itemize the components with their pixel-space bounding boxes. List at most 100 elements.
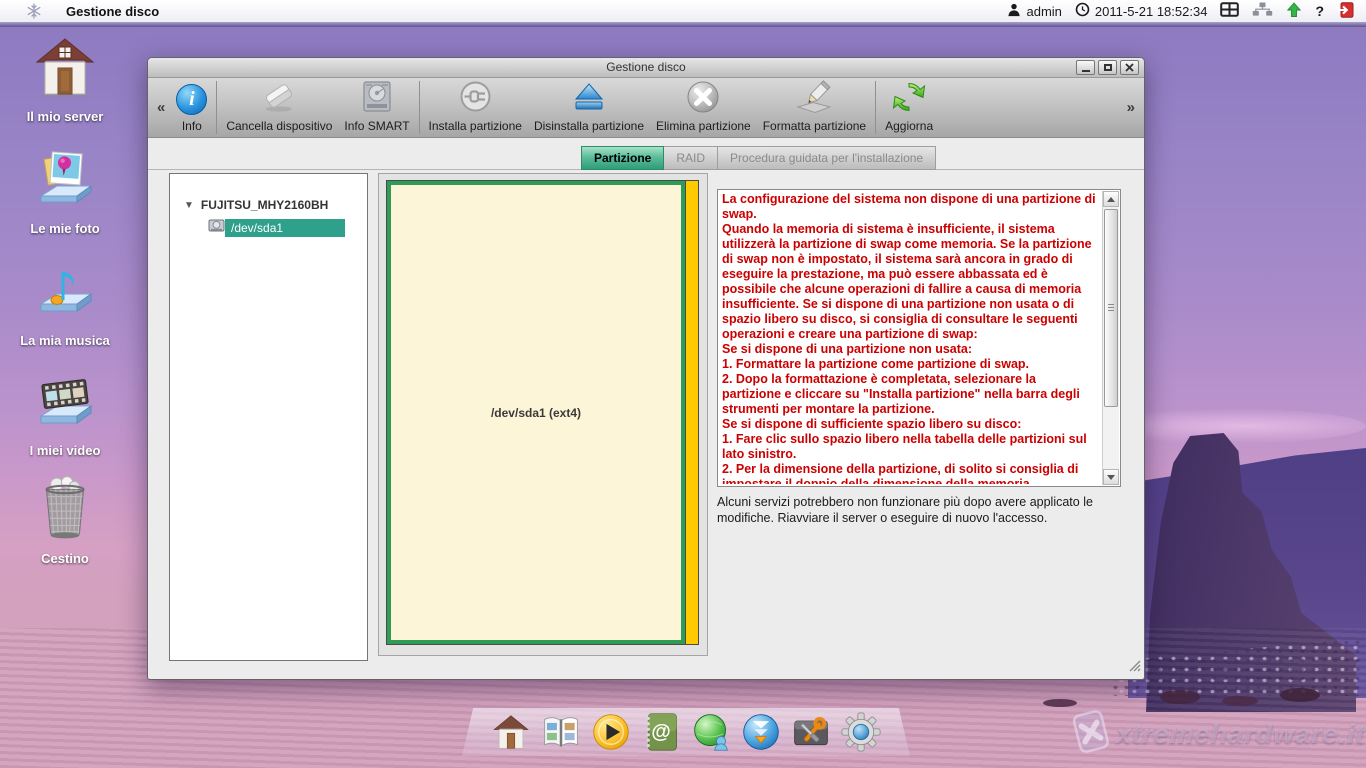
toolbar-button-erase-device[interactable]: Cancella dispositivo (220, 78, 338, 137)
dock-photo-album-icon[interactable] (540, 711, 582, 753)
advisory-line: 2. Per la dimensione della partizione, d… (722, 462, 1096, 484)
toolbar-button-mount-partition[interactable]: Installa partizione (423, 78, 528, 137)
advisory-line: 1. Fare clic sullo spazio libero nella t… (722, 432, 1096, 462)
dock-home-icon[interactable] (490, 711, 532, 753)
tree-device-row[interactable]: ▼ FUJITSU_MHY2160BH (184, 198, 367, 212)
advisory-line: Quando la memoria di sistema è insuffici… (722, 222, 1096, 342)
tab-installation-wizard[interactable]: Procedura guidata per l'installazione (718, 146, 936, 170)
tab-bar: Partizione RAID Procedura guidata per l'… (581, 146, 936, 170)
toolbar-scroll-right[interactable]: » (1122, 99, 1140, 116)
desktop-icon-label: La mia musica (8, 333, 122, 348)
video-icon (33, 421, 97, 438)
dock-messenger-icon[interactable] (690, 711, 732, 753)
maximize-button[interactable] (1098, 60, 1117, 75)
desktop-icon-my-music[interactable]: La mia musica (8, 260, 122, 348)
system-clock: 2011-5-21 18:52:34 (1075, 2, 1208, 20)
disk-management-window: Gestione disco « i Info (147, 57, 1145, 680)
swap-advisory-text: La configurazione del sistema non dispon… (722, 192, 1096, 484)
toolbar-separator (216, 81, 217, 134)
partition-map-panel: /dev/sda1 (ext4) (378, 173, 708, 656)
app-grid-icon[interactable] (1220, 2, 1239, 20)
logged-user[interactable]: admin (1007, 2, 1061, 20)
format-pencil-icon (794, 79, 834, 120)
trash-icon (36, 529, 94, 546)
delete-x-icon (685, 79, 721, 120)
dock: @ (462, 708, 910, 756)
watermark: xtremehardware.it (1070, 708, 1366, 761)
at-icon: @ (651, 721, 671, 744)
dock-address-book-icon[interactable]: @ (640, 711, 682, 753)
eraser-icon (259, 79, 299, 120)
toolbar-button-delete-partition[interactable]: Elimina partizione (650, 78, 757, 137)
close-icon (1125, 63, 1134, 72)
partition-segment-sda1[interactable]: /dev/sda1 (ext4) (387, 181, 685, 644)
desktop-icon-my-photos[interactable]: Le mie foto (8, 148, 122, 236)
top-status-bar: Gestione disco admin 2011-5-21 18:52:34 (0, 0, 1366, 22)
tree-partition-row[interactable]: /dev/sda1 (208, 218, 367, 238)
toolbar-button-unmount-partition[interactable]: Disinstalla partizione (528, 78, 650, 137)
watermark-text: xtremehardware.it (1116, 719, 1366, 750)
house-icon (33, 87, 97, 104)
desktop-icon-label: I miei video (8, 443, 122, 458)
desktop-icon-label: Le mie foto (8, 221, 122, 236)
desktop-icon-label: Cestino (8, 551, 122, 566)
upgrade-arrow-icon[interactable] (1286, 2, 1302, 21)
tree-device-name: FUJITSU_MHY2160BH (201, 198, 328, 212)
drive-icon (208, 218, 225, 238)
hard-disk-icon (359, 79, 395, 120)
tree-partition-name: /dev/sda1 (225, 219, 345, 237)
dock-disk-utility-icon[interactable] (790, 711, 832, 753)
advisory-line: Se si dispone di sufficiente spazio libe… (722, 417, 1096, 432)
close-button[interactable] (1120, 60, 1139, 75)
desktop-icon-trash[interactable]: Cestino (8, 474, 122, 566)
advisory-line: 1. Formattare la partizione come partizi… (722, 357, 1096, 372)
partition-view: ▼ FUJITSU_MHY2160BH /dev/sda1 /dev/sda1 … (148, 169, 1144, 679)
eject-icon (571, 80, 607, 119)
desktop-icon-my-server[interactable]: Il mio server (8, 36, 122, 124)
help-icon[interactable]: ? (1315, 3, 1324, 19)
scrollbar-down-button[interactable] (1103, 469, 1119, 485)
resize-grip[interactable] (1128, 659, 1141, 677)
toolbar-separator (875, 81, 876, 134)
tree-expand-icon[interactable]: ▼ (184, 200, 194, 211)
music-icon (33, 260, 97, 329)
scrollbar-thumb[interactable] (1104, 209, 1118, 407)
wallpaper-bushes (1160, 690, 1200, 704)
user-icon (1007, 2, 1021, 20)
device-tree-panel: ▼ FUJITSU_MHY2160BH /dev/sda1 (169, 173, 368, 661)
page-title: Gestione disco (66, 4, 159, 19)
system-logo-icon[interactable] (26, 3, 42, 19)
restart-note-text: Alcuni servizi potrebbero non funzionare… (717, 494, 1131, 526)
toolbar-button-format-partition[interactable]: Formatta partizione (757, 78, 872, 137)
tab-raid[interactable]: RAID (664, 146, 718, 170)
partition-segment-label: /dev/sda1 (ext4) (491, 406, 581, 420)
toolbar-scroll-left[interactable]: « (152, 99, 170, 116)
swap-advisory-panel: La configurazione del sistema non dispon… (717, 189, 1121, 487)
user-name: admin (1026, 4, 1061, 19)
photos-icon (33, 199, 97, 216)
advisory-line: La configurazione del sistema non dispon… (722, 192, 1096, 222)
minimize-button[interactable] (1076, 60, 1095, 75)
dock-settings-gear-icon[interactable] (840, 711, 882, 753)
toolbar-button-smart-info[interactable]: Info SMART (338, 78, 415, 137)
window-title: Gestione disco (148, 60, 1144, 74)
workgroup-icon[interactable] (1252, 2, 1273, 20)
toolbar-button-refresh[interactable]: Aggiorna (879, 78, 939, 137)
partition-bar: /dev/sda1 (ext4) (386, 180, 699, 645)
scrollbar[interactable] (1102, 191, 1119, 485)
toolbar-button-info[interactable]: i Info (170, 78, 213, 137)
plug-icon (457, 78, 494, 120)
desktop-icon-my-videos[interactable]: I miei video (8, 370, 122, 458)
info-icon: i (176, 84, 207, 115)
logout-icon[interactable] (1337, 2, 1354, 21)
scrollbar-up-button[interactable] (1103, 191, 1119, 207)
dock-download-icon[interactable] (740, 711, 782, 753)
window-titlebar[interactable]: Gestione disco (148, 58, 1144, 78)
window-content: Partizione RAID Procedura guidata per l'… (148, 139, 1144, 679)
arrow-up-icon (1107, 197, 1115, 202)
tab-partizione[interactable]: Partizione (581, 146, 664, 170)
refresh-icon (891, 79, 927, 120)
partition-segment-free[interactable] (685, 181, 698, 644)
maximize-icon (1104, 64, 1112, 71)
dock-media-player-icon[interactable] (590, 711, 632, 753)
